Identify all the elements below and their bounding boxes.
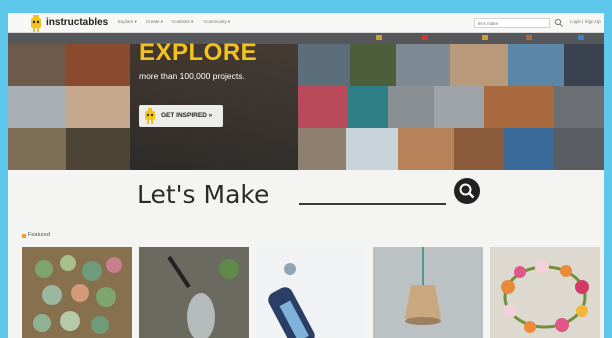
lets-make-heading: Let's Make (137, 180, 270, 209)
search-icon[interactable] (554, 18, 564, 28)
succulent-planter-photo-icon (22, 247, 132, 338)
featured-marker-icon (22, 234, 26, 238)
channel-thumb-icon (578, 35, 584, 41)
lets-make-search-button[interactable] (454, 178, 480, 204)
instructables-robot-logo-icon[interactable] (28, 15, 44, 32)
pendant-lamp-photo-icon (373, 247, 483, 338)
hero-photo-tile[interactable] (348, 86, 388, 128)
featured-label: Featured (28, 232, 51, 238)
channel-link-4[interactable] (526, 35, 534, 41)
hero-photo-tile[interactable] (298, 44, 350, 86)
nav-contests[interactable]: Contests ▾ (172, 19, 193, 25)
hero-photo-tile[interactable] (298, 86, 348, 128)
hero-photo-tile[interactable] (8, 44, 66, 86)
hero-photo-tile[interactable] (454, 128, 504, 170)
featured-card-3[interactable] (256, 247, 366, 338)
login-signup-link[interactable]: Login | Sign Up (570, 19, 601, 24)
site-header: instructables Explore ▾ Create ▾ Contest… (8, 13, 604, 33)
fabric-bottle-holder-photo-icon (256, 247, 366, 338)
search-placeholder: let's make (478, 21, 499, 26)
channel-link-3[interactable] (482, 35, 490, 41)
hero-subtitle: more than 100,000 projects. (139, 71, 245, 81)
hero-photo-tile[interactable] (66, 44, 130, 86)
hero-title: EXPLORE (139, 39, 258, 66)
hero-photo-tile[interactable] (66, 86, 130, 128)
channel-link-2[interactable] (422, 35, 430, 41)
channel-link-5[interactable] (578, 35, 586, 41)
hero-photo-tile[interactable] (434, 86, 484, 128)
get-inspired-label: GET INSPIRED » (161, 112, 213, 119)
channel-thumb-icon (422, 35, 428, 41)
search-input[interactable]: let's make (474, 18, 550, 28)
nav-explore[interactable]: Explore ▾ (118, 19, 137, 25)
flower-crown-photo-icon (490, 247, 600, 338)
hero-photo-tile[interactable] (504, 128, 554, 170)
hero-photo-tile[interactable] (398, 128, 454, 170)
featured-card-5[interactable] (490, 247, 600, 338)
hero-photo-tile[interactable] (564, 44, 604, 86)
hero-photo-tile[interactable] (346, 128, 398, 170)
channel-thumb-icon (376, 35, 382, 41)
channel-thumb-icon (482, 35, 488, 41)
hero-photo-tile[interactable] (484, 86, 554, 128)
hero-photo-tile[interactable] (554, 86, 604, 128)
hero-photo-tile[interactable] (450, 44, 508, 86)
hero-photo-tile[interactable] (554, 128, 604, 170)
robot-icon (145, 108, 155, 124)
hero-photo-tile[interactable] (66, 128, 130, 170)
hero-photo-tile[interactable] (8, 86, 66, 128)
hero-photo-tile[interactable] (388, 86, 434, 128)
nav-create[interactable]: Create ▾ (146, 19, 163, 25)
browser-page: instructables Explore ▾ Create ▾ Contest… (8, 13, 604, 338)
hero-banner (8, 44, 604, 170)
featured-card-2[interactable] (139, 247, 249, 338)
get-inspired-button[interactable]: GET INSPIRED » (139, 105, 223, 127)
hero-photo-tile[interactable] (8, 128, 66, 170)
channel-link-1[interactable] (376, 35, 384, 41)
lets-make-input-underline[interactable] (299, 203, 446, 205)
channel-bar (8, 33, 604, 44)
logo-text[interactable]: instructables (46, 17, 108, 28)
featured-card-4[interactable] (373, 247, 483, 338)
garden-hose-sprinkler-photo-icon (139, 247, 249, 338)
nav-community[interactable]: Community ▾ (204, 19, 230, 25)
hero-photo-tile[interactable] (508, 44, 564, 86)
hero-photo-tile[interactable] (350, 44, 396, 86)
search-icon (459, 183, 475, 199)
featured-card-1[interactable] (22, 247, 132, 338)
hero-photo-tile[interactable] (298, 128, 346, 170)
channel-thumb-icon (526, 35, 532, 41)
hero-photo-tile[interactable] (396, 44, 450, 86)
